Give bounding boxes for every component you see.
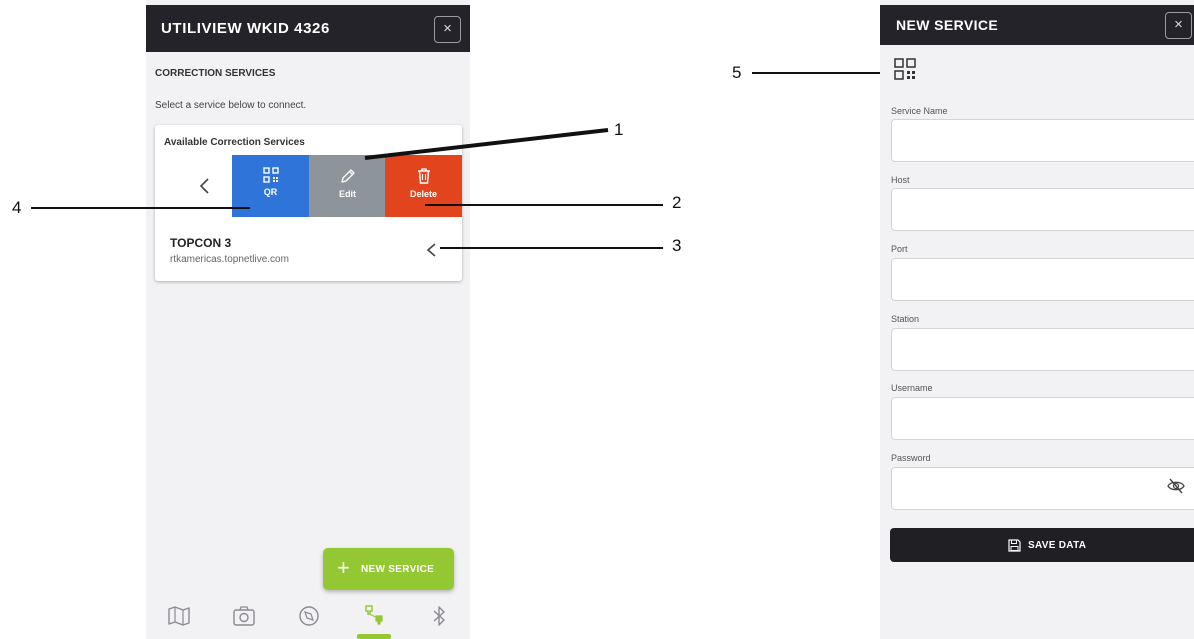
- service-name[interactable]: TOPCON 3: [170, 236, 231, 250]
- rtk-icon[interactable]: [361, 603, 387, 629]
- chevron-left-icon[interactable]: [195, 173, 215, 199]
- service-name-label: Service Name: [891, 106, 948, 116]
- callout-3: 3: [672, 236, 682, 255]
- host-input[interactable]: [891, 188, 1194, 231]
- floppy-disk-icon: [1008, 539, 1021, 552]
- section-subtitle: Select a service below to connect.: [155, 100, 307, 111]
- correction-services-screen: UTILIVIEW WKID 4326 × CORRECTION SERVICE…: [146, 0, 470, 639]
- new-service-label: NEW SERVICE: [361, 564, 435, 575]
- password-input[interactable]: [891, 467, 1194, 510]
- callout-5: 5: [732, 63, 742, 82]
- header-title: UTILIVIEW WKID 4326: [161, 20, 330, 37]
- map-icon[interactable]: [166, 603, 192, 629]
- plus-icon: +: [337, 555, 350, 580]
- station-input[interactable]: [891, 328, 1194, 371]
- qr-code-icon[interactable]: [894, 58, 916, 80]
- nav-active-indicator: [357, 634, 391, 639]
- service-host: rtkamericas.topnetlive.com: [170, 254, 289, 265]
- qr-label: QR: [263, 187, 278, 197]
- callout-4: 4: [12, 198, 22, 217]
- trash-icon: [417, 168, 430, 184]
- new-service-screen: NEW SERVICE × Service Name Host Port Sta…: [880, 0, 1194, 639]
- close-button[interactable]: ×: [434, 16, 461, 43]
- close-icon: ×: [443, 20, 452, 37]
- service-name-input[interactable]: [891, 119, 1194, 162]
- host-label: Host: [891, 175, 910, 185]
- section-title: CORRECTION SERVICES: [155, 68, 276, 79]
- chevron-left-icon[interactable]: [423, 238, 441, 262]
- station-label: Station: [891, 314, 920, 324]
- callout-2: 2: [672, 193, 682, 212]
- camera-icon[interactable]: [231, 603, 257, 629]
- delete-button[interactable]: Delete: [385, 155, 462, 217]
- delete-label: Delete: [409, 189, 437, 199]
- username-label: Username: [891, 383, 933, 393]
- save-data-button[interactable]: SAVE DATA: [890, 528, 1194, 562]
- edit-label: Edit: [339, 189, 356, 199]
- callout-1: 1: [614, 120, 624, 139]
- close-button[interactable]: ×: [1165, 12, 1192, 39]
- new-service-header: NEW SERVICE ×: [880, 5, 1194, 45]
- swiped-service-row: QR Edit Delete: [155, 155, 462, 217]
- password-label: Password: [891, 453, 931, 463]
- compass-icon[interactable]: [296, 603, 322, 629]
- card-title: Available Correction Services: [164, 137, 305, 148]
- port-label: Port: [891, 244, 908, 254]
- eye-off-icon[interactable]: [1167, 478, 1185, 494]
- close-icon: ×: [1174, 16, 1183, 33]
- app-header: UTILIVIEW WKID 4326 ×: [146, 5, 470, 52]
- save-data-label: SAVE DATA: [1028, 540, 1087, 551]
- qr-code-icon: [262, 167, 279, 183]
- port-input[interactable]: [891, 258, 1194, 301]
- services-card: Available Correction Services QR Edit De…: [155, 125, 462, 281]
- qr-button[interactable]: QR: [232, 155, 309, 217]
- username-input[interactable]: [891, 397, 1194, 440]
- new-service-button[interactable]: + NEW SERVICE: [323, 548, 454, 590]
- edit-button[interactable]: Edit: [309, 155, 386, 217]
- pencil-icon: [340, 169, 355, 183]
- header-title: NEW SERVICE: [896, 17, 999, 33]
- bluetooth-icon[interactable]: [426, 603, 452, 629]
